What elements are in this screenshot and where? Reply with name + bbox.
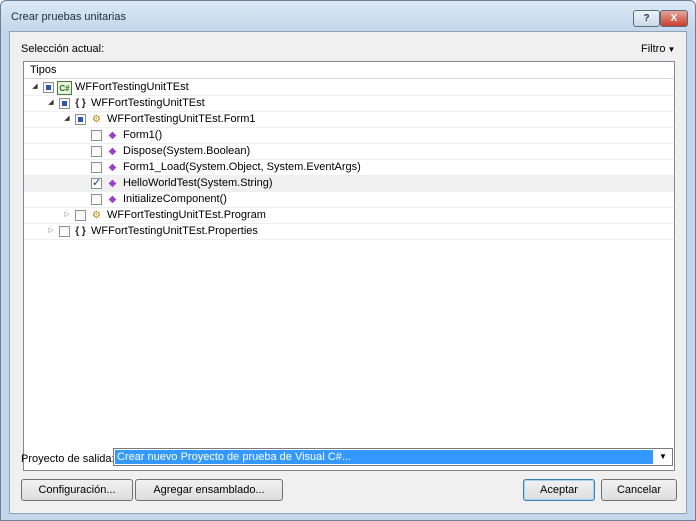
tree-row[interactable]: ◆ Dispose(System.Boolean) bbox=[24, 144, 674, 160]
tree-row[interactable]: ▷ ⚙ WFFortTestingUnitTEst.Program bbox=[24, 208, 674, 224]
method-icon: ◆ bbox=[108, 178, 117, 189]
collapse-arrow-icon[interactable]: ◢ bbox=[46, 98, 56, 108]
dropdown-arrow-icon[interactable]: ▼ bbox=[654, 449, 672, 465]
tree-row[interactable]: ◆ InitializeComponent() bbox=[24, 192, 674, 208]
tree-item-label: HelloWorldTest(System.String) bbox=[123, 177, 273, 189]
class-icon: ⚙ bbox=[92, 114, 101, 125]
output-project-select[interactable]: Crear nuevo Proyecto de prueba de Visual… bbox=[113, 448, 673, 466]
tree-item-label: WFFortTestingUnitTEst bbox=[91, 97, 205, 109]
tree-item-label: WFFortTestingUnitTEst.Program bbox=[107, 209, 266, 221]
filter-menu-button[interactable]: Filtro ▼ bbox=[641, 43, 675, 55]
tree-item-label: Form1_Load(System.Object, System.EventAr… bbox=[123, 161, 361, 173]
method-icon: ◆ bbox=[108, 146, 117, 157]
tree-item-label: InitializeComponent() bbox=[123, 193, 227, 205]
tree-checkbox[interactable] bbox=[59, 226, 70, 237]
configuration-button[interactable]: Configuración... bbox=[21, 479, 133, 501]
tree-row[interactable]: ◆ HelloWorldTest(System.String) bbox=[24, 176, 674, 192]
tree-item-label: WFFortTestingUnitTEst.Form1 bbox=[107, 113, 256, 125]
types-tree[interactable]: Tipos ◢ C# WFFortTestingUnitTEst ◢{ } WFFort… bbox=[23, 61, 675, 471]
expand-arrow-icon[interactable]: ▷ bbox=[62, 210, 72, 220]
project-icon: C# bbox=[57, 81, 72, 95]
namespace-icon: { } bbox=[75, 226, 86, 237]
tree-checkbox[interactable] bbox=[91, 176, 102, 189]
method-icon: ◆ bbox=[108, 162, 117, 173]
chevron-down-icon: ▼ bbox=[667, 45, 676, 54]
tree-item-label: Dispose(System.Boolean) bbox=[123, 145, 251, 157]
tree-item-label: WFFortTestingUnitTEst bbox=[75, 81, 189, 93]
tree-row[interactable]: ◢ C# WFFortTestingUnitTEst bbox=[24, 80, 674, 96]
tree-checkbox[interactable] bbox=[75, 210, 86, 221]
tree-row[interactable]: ▷ { } WFFortTestingUnitTEst.Properties bbox=[24, 224, 674, 240]
output-project-value: Crear nuevo Proyecto de prueba de Visual… bbox=[115, 450, 653, 464]
tree-checkbox[interactable] bbox=[91, 194, 102, 205]
title-bar[interactable]: Crear pruebas unitarias ? X bbox=[1, 1, 695, 31]
tree-checkbox[interactable] bbox=[75, 114, 86, 125]
tree-checkbox[interactable] bbox=[59, 98, 70, 109]
method-icon: ◆ bbox=[108, 130, 117, 141]
cancel-button[interactable]: Cancelar bbox=[601, 479, 677, 501]
tree-row[interactable]: ◆ Form1() bbox=[24, 128, 674, 144]
class-icon: ⚙ bbox=[92, 210, 101, 221]
window-title: Crear pruebas unitarias bbox=[11, 11, 126, 23]
tree-checkbox[interactable] bbox=[91, 162, 102, 173]
expand-arrow-icon[interactable]: ▷ bbox=[46, 226, 56, 236]
collapse-arrow-icon[interactable]: ◢ bbox=[30, 82, 40, 92]
current-selection-label: Selección actual: bbox=[21, 43, 105, 55]
filter-label: Filtro bbox=[641, 43, 666, 55]
tree-checkbox[interactable] bbox=[91, 130, 102, 141]
output-project-label: Proyecto de salida: bbox=[21, 453, 115, 465]
method-icon: ◆ bbox=[108, 194, 117, 205]
namespace-icon: { } bbox=[75, 98, 86, 109]
close-button[interactable]: X bbox=[660, 10, 688, 27]
accept-button[interactable]: Aceptar bbox=[523, 479, 595, 501]
tree-checkbox[interactable] bbox=[43, 82, 54, 93]
tree-row[interactable]: ◢ { } WFFortTestingUnitTEst bbox=[24, 96, 674, 112]
tree-column-header[interactable]: Tipos bbox=[24, 62, 674, 79]
tree-row[interactable]: ◆ Form1_Load(System.Object, System.EventA… bbox=[24, 160, 674, 176]
collapse-arrow-icon[interactable]: ◢ bbox=[62, 114, 72, 124]
help-button[interactable]: ? bbox=[633, 10, 660, 27]
add-assembly-button[interactable]: Agregar ensamblado... bbox=[135, 479, 283, 501]
tree-item-label: Form1() bbox=[123, 129, 163, 141]
dialog-content: Selección actual: Filtro ▼ Tipos ◢ C# WFFor… bbox=[9, 31, 687, 514]
dialog-window: Crear pruebas unitarias ? X Selección ac… bbox=[0, 0, 696, 521]
tree-row[interactable]: ◢ ⚙ WFFortTestingUnitTEst.Form1 bbox=[24, 112, 674, 128]
tree-checkbox[interactable] bbox=[91, 146, 102, 157]
tree-item-label: WFFortTestingUnitTEst.Properties bbox=[91, 225, 258, 237]
